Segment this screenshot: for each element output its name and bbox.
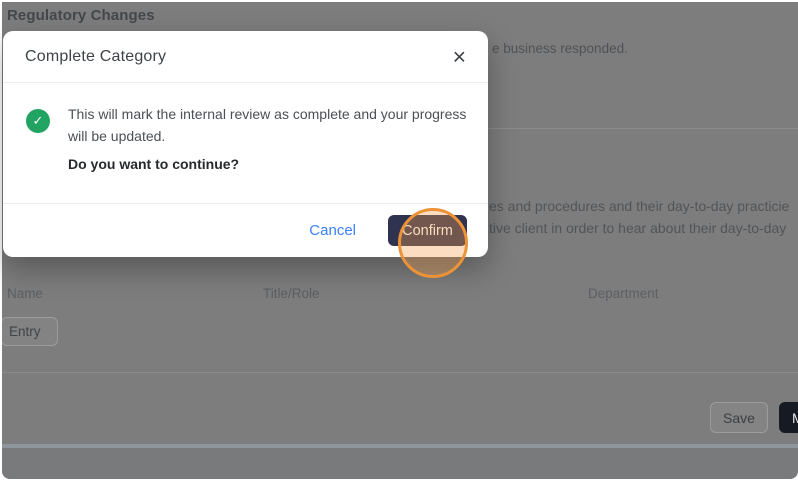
column-header-name: Name (7, 286, 44, 301)
page-bottom-band (2, 448, 798, 479)
dialog-message: This will mark the internal review as co… (68, 106, 467, 144)
confirm-button[interactable]: Confirm (388, 215, 467, 246)
save-button[interactable]: Save (710, 402, 768, 433)
section-description-line2: tive client in order to hear about their… (489, 220, 787, 236)
screen: Regulatory Changes e business responded.… (0, 0, 798, 481)
primary-action-button-partial[interactable]: M (779, 402, 798, 433)
column-header-title-role: Title/Role (263, 286, 320, 301)
cancel-button[interactable]: Cancel (307, 218, 358, 243)
primary-action-button-label: M (792, 409, 798, 426)
dialog-body: ✓ This will mark the internal review as … (3, 83, 488, 203)
success-check-icon: ✓ (26, 109, 50, 133)
dialog-title: Complete Category (25, 47, 167, 65)
add-entry-button-label: Entry (9, 324, 41, 339)
add-entry-button[interactable]: Entry (2, 317, 58, 346)
dialog-message-block: This will mark the internal review as co… (68, 103, 470, 172)
close-icon[interactable]: × (447, 43, 472, 70)
page-title: Regulatory Changes (7, 7, 155, 24)
column-header-department: Department (588, 286, 659, 301)
complete-category-dialog: Complete Category × ✓ This will mark the… (3, 31, 488, 257)
dialog-question: Do you want to continue? (68, 156, 240, 172)
save-button-label: Save (723, 409, 755, 426)
footer-divider (2, 372, 798, 373)
section-description-line1: es and procedures and their day-to-day p… (489, 198, 790, 214)
dialog-header: Complete Category × (3, 31, 488, 83)
page-intro-text: e business responded. (492, 41, 628, 56)
dialog-footer: Cancel Confirm (3, 203, 488, 257)
